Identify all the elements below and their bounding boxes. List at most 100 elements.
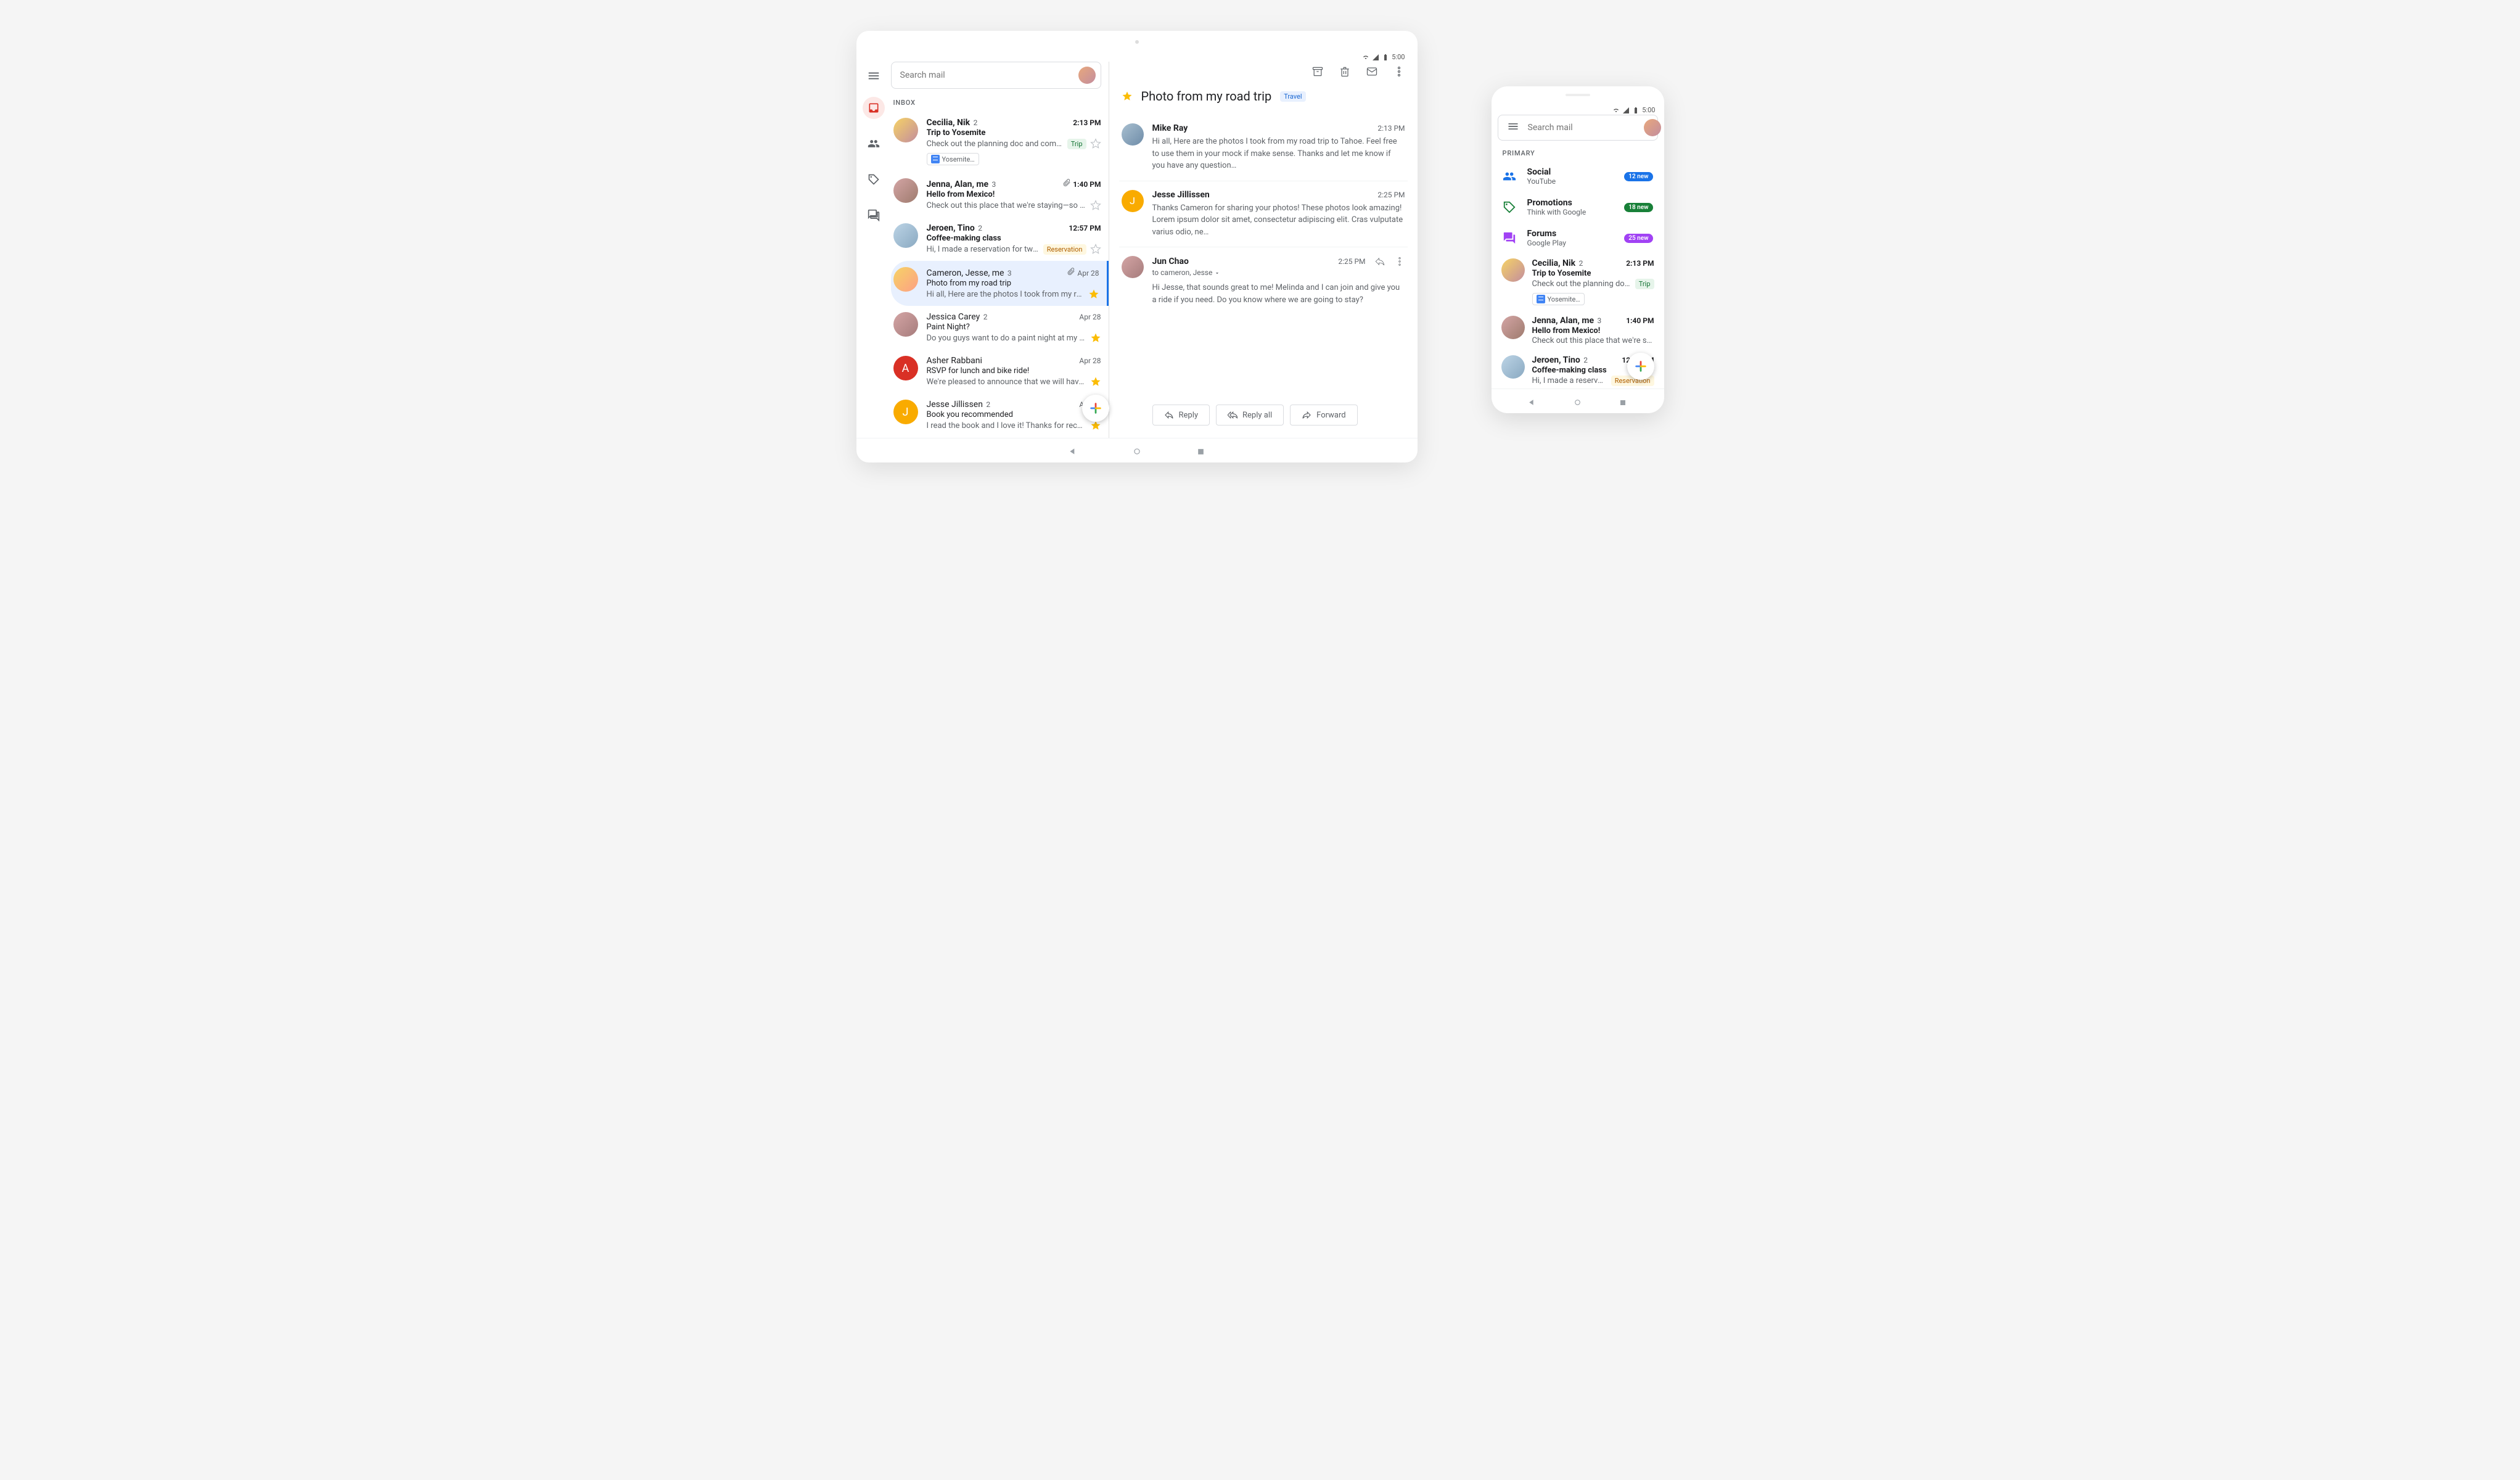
sender-avatar bbox=[1501, 258, 1525, 282]
star-icon[interactable] bbox=[1088, 289, 1099, 300]
thread-toolbar bbox=[1119, 62, 1408, 86]
mail-tag: Trip bbox=[1067, 139, 1086, 149]
mail-item[interactable]: J Jesse Jillissen 2 Apr 28 Book you reco… bbox=[891, 393, 1109, 437]
sender-avatar bbox=[893, 312, 918, 337]
android-nav bbox=[1492, 388, 1664, 413]
mail-snippet: I read the book and I love it! Thanks fo… bbox=[927, 421, 1086, 430]
nav-home[interactable] bbox=[1574, 397, 1582, 406]
thread-message[interactable]: Mike Ray 2:13 PM Hi all, Here are the ph… bbox=[1119, 115, 1408, 181]
tag-icon bbox=[868, 173, 880, 186]
archive-icon[interactable] bbox=[1311, 65, 1324, 78]
mail-time: 12:57 PM bbox=[1069, 224, 1101, 232]
mail-item[interactable]: Kylie, Jacob, me 3 Making a big impact i… bbox=[891, 437, 1109, 438]
mail-tag: Reservation bbox=[1043, 244, 1086, 255]
category-forums[interactable]: Forums Google Play 25 new bbox=[1498, 223, 1658, 253]
thread-title-row: Photo from my road trip Travel bbox=[1119, 86, 1408, 115]
wifi-icon bbox=[1612, 107, 1620, 114]
mail-item[interactable]: Jenna, Alan, me 3 1:40 PM Hello from Mex… bbox=[1498, 311, 1658, 350]
category-title: Forums bbox=[1527, 229, 1614, 239]
mail-subject: Trip to Yosemite bbox=[1532, 269, 1654, 278]
mail-snippet: Hi, I made a reservati… bbox=[1532, 376, 1607, 385]
nav-back[interactable] bbox=[1528, 397, 1537, 406]
mail-subject: Book you recommended bbox=[927, 410, 1101, 419]
mail-time: Apr 28 bbox=[1079, 356, 1101, 365]
thread-tag[interactable]: Travel bbox=[1280, 91, 1305, 102]
mail-list[interactable]: Cecilia, Nik 2 2:13 PM Trip to Yosemite … bbox=[891, 112, 1109, 438]
thread-pane: Photo from my road trip Travel Mike Ray … bbox=[1109, 62, 1418, 438]
category-sub: Think with Google bbox=[1527, 208, 1614, 216]
left-pane: INBOX Cecilia, Nik 2 2:13 PM Trip to Yos… bbox=[856, 62, 1109, 438]
wifi-icon bbox=[1362, 54, 1369, 61]
more-icon[interactable] bbox=[1394, 256, 1405, 267]
menu-button[interactable] bbox=[866, 68, 881, 83]
category-promotions[interactable]: Promotions Think with Google 18 new bbox=[1498, 192, 1658, 223]
thread-star[interactable] bbox=[1122, 91, 1133, 102]
signal-icon bbox=[1372, 54, 1379, 61]
status-bar: 5:00 bbox=[1612, 106, 1655, 114]
nav-social[interactable] bbox=[863, 133, 885, 155]
compose-fab[interactable] bbox=[1082, 395, 1109, 422]
mail-item[interactable]: Cecilia, Nik 2 2:13 PM Trip to Yosemite … bbox=[891, 112, 1109, 172]
more-icon[interactable] bbox=[1393, 65, 1405, 78]
nav-back[interactable] bbox=[1069, 446, 1077, 455]
account-avatar[interactable] bbox=[1078, 67, 1096, 84]
thread-message[interactable]: Jun Chao 2:25 PM to cameron, Jesse Hi Je… bbox=[1119, 247, 1408, 314]
nav-recent[interactable] bbox=[1197, 446, 1205, 455]
category-badge: 18 new bbox=[1624, 203, 1652, 212]
star-icon[interactable] bbox=[1090, 244, 1101, 255]
delete-icon[interactable] bbox=[1339, 65, 1351, 78]
menu-button[interactable] bbox=[1507, 120, 1519, 135]
forum-icon bbox=[1503, 231, 1516, 245]
hamburger-icon bbox=[1507, 120, 1519, 133]
mail-sender: Jenna, Alan, me 3 bbox=[1532, 316, 1602, 326]
reply-button[interactable]: Reply bbox=[1152, 405, 1210, 426]
star-icon[interactable] bbox=[1090, 138, 1101, 149]
mail-subject: Paint Night? bbox=[927, 323, 1101, 332]
msg-to[interactable]: to cameron, Jesse bbox=[1152, 268, 1405, 277]
forward-button[interactable]: Forward bbox=[1290, 405, 1357, 426]
attachment-icon bbox=[1067, 267, 1075, 276]
inbox-column: INBOX Cecilia, Nik 2 2:13 PM Trip to Yos… bbox=[891, 62, 1109, 438]
nav-home[interactable] bbox=[1133, 446, 1141, 455]
compose-fab[interactable] bbox=[1627, 353, 1654, 380]
reply-all-button[interactable]: Reply all bbox=[1216, 405, 1284, 426]
category-social[interactable]: Social YouTube 12 new bbox=[1498, 161, 1658, 192]
search-box[interactable] bbox=[1498, 115, 1658, 141]
reply-icon[interactable] bbox=[1374, 256, 1385, 267]
nav-promotions[interactable] bbox=[863, 168, 885, 191]
category-badge: 12 new bbox=[1624, 172, 1652, 181]
star-icon[interactable] bbox=[1090, 332, 1101, 343]
msg-from: Mike Ray bbox=[1152, 123, 1188, 133]
nav-forums[interactable] bbox=[863, 204, 885, 226]
signal-icon bbox=[1622, 107, 1630, 114]
search-input[interactable] bbox=[1528, 123, 1638, 133]
mail-snippet: Check out the planning doc and comment o… bbox=[927, 139, 1064, 149]
tag-icon bbox=[1503, 200, 1516, 214]
mail-item[interactable]: Cameron, Jesse, me 3 Apr 28 Photo from m… bbox=[891, 261, 1109, 306]
tablet-device: 5:00 bbox=[856, 31, 1418, 462]
thread-message[interactable]: J Jesse Jillissen 2:25 PM Thanks Cameron… bbox=[1119, 181, 1408, 247]
mail-sender: Jeroen, Tino 2 bbox=[1532, 355, 1588, 365]
mail-snippet: Do you guys want to do a paint night at … bbox=[927, 334, 1086, 343]
account-avatar[interactable] bbox=[1644, 119, 1661, 136]
mark-unread-icon[interactable] bbox=[1366, 65, 1378, 78]
search-box[interactable] bbox=[891, 62, 1101, 89]
star-icon[interactable] bbox=[1090, 200, 1101, 211]
reply-row: Reply Reply all Forward bbox=[1119, 395, 1408, 438]
doc-chip[interactable]: Yosemite… bbox=[927, 153, 979, 165]
mail-item[interactable]: Jessica Carey 2 Apr 28 Paint Night? Do y… bbox=[891, 306, 1109, 350]
thread-title: Photo from my road trip bbox=[1141, 89, 1272, 104]
mail-tag: Trip bbox=[1635, 279, 1654, 289]
mail-item[interactable]: Cecilia, Nik 2 2:13 PM Trip to Yosemite … bbox=[1498, 253, 1658, 311]
mail-item[interactable]: Jenna, Alan, me 3 1:40 PM Hello from Mex… bbox=[891, 172, 1109, 217]
nav-recent[interactable] bbox=[1619, 397, 1628, 406]
people-icon bbox=[1503, 170, 1516, 183]
nav-primary[interactable] bbox=[863, 97, 885, 119]
plus-icon bbox=[1634, 360, 1648, 373]
star-icon[interactable] bbox=[1090, 376, 1101, 387]
mail-item[interactable]: Jeroen, Tino 2 12:57 PM Coffee-making cl… bbox=[891, 217, 1109, 261]
mail-item[interactable]: A Asher Rabbani Apr 28 RSVP for lunch an… bbox=[891, 350, 1109, 393]
doc-chip[interactable]: Yosemite… bbox=[1532, 293, 1585, 305]
search-input[interactable] bbox=[900, 70, 1072, 80]
sender-avatar bbox=[893, 118, 918, 142]
